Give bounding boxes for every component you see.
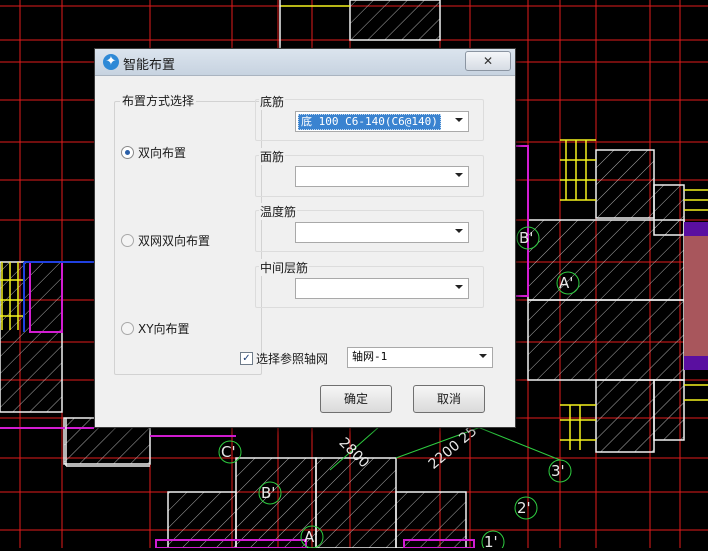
reference-axis-label: 选择参照轴网 [256,352,329,366]
axis-label-b-top: B' [519,229,534,247]
chevron-down-icon [455,118,463,122]
temperature-rebar-value [298,225,302,239]
layout-method-group-title: 布置方式选择 [120,92,197,109]
dialog-title: 智能布置 [123,58,176,73]
close-button[interactable]: ✕ [465,51,511,71]
axis-grid-select[interactable]: 轴网-1 [347,347,493,368]
axis-label-b-bottom: B' [261,484,276,502]
reference-axis-checkbox[interactable]: ✓ 选择参照轴网 [240,350,328,367]
smart-layout-dialog: ✦ 智能布置 ✕ 布置方式选择 双向布置 双网双向布置 XY向布置 底筋 底 1… [94,48,516,428]
temperature-rebar-select[interactable] [295,222,469,243]
radio-double-net[interactable]: 双网双向布置 [121,232,210,249]
axis-label-2: 2' [517,499,531,517]
radio-bidirectional-label: 双向布置 [138,146,187,160]
top-rebar-select[interactable] [295,166,469,187]
dialog-titlebar[interactable]: ✦ 智能布置 ✕ [95,49,515,76]
cancel-button[interactable]: 取消 [413,385,485,413]
axis-grid-value: 轴网-1 [352,350,388,363]
middle-rebar-select[interactable] [295,278,469,299]
app-logo-icon: ✦ [103,54,119,70]
radio-bidirectional[interactable]: 双向布置 [121,144,186,161]
top-rebar-value [298,169,302,183]
radio-unchecked-icon [121,322,134,335]
radio-xy-label: XY向布置 [138,322,190,336]
top-rebar-label: 面筋 [259,148,286,165]
chevron-down-icon [455,173,463,177]
axis-label-a-top: A' [559,274,574,292]
radio-xy[interactable]: XY向布置 [121,320,190,337]
middle-rebar-value [298,281,302,295]
chevron-down-icon [455,285,463,289]
radio-checked-icon [121,146,134,159]
bottom-rebar-label: 底筋 [259,93,286,110]
axis-label-a-bottom: A' [304,528,319,546]
ok-button[interactable]: 确定 [320,385,392,413]
middle-rebar-label: 中间层筋 [259,259,310,276]
radio-double-net-label: 双网双向布置 [138,234,211,248]
bottom-rebar-select[interactable]: 底 100 C6-140(C6@140) [295,111,469,132]
temperature-rebar-label: 温度筋 [259,203,298,220]
bottom-rebar-value: 底 100 C6-140(C6@140) [298,114,441,130]
axis-label-3: 3' [551,462,565,480]
axis-label-1: 1' [484,533,498,551]
radio-unchecked-icon [121,234,134,247]
chevron-down-icon [479,354,487,358]
pink-panels [684,222,708,370]
axis-label-c: C' [221,443,236,461]
checkmark-icon: ✓ [240,352,253,365]
chevron-down-icon [455,229,463,233]
